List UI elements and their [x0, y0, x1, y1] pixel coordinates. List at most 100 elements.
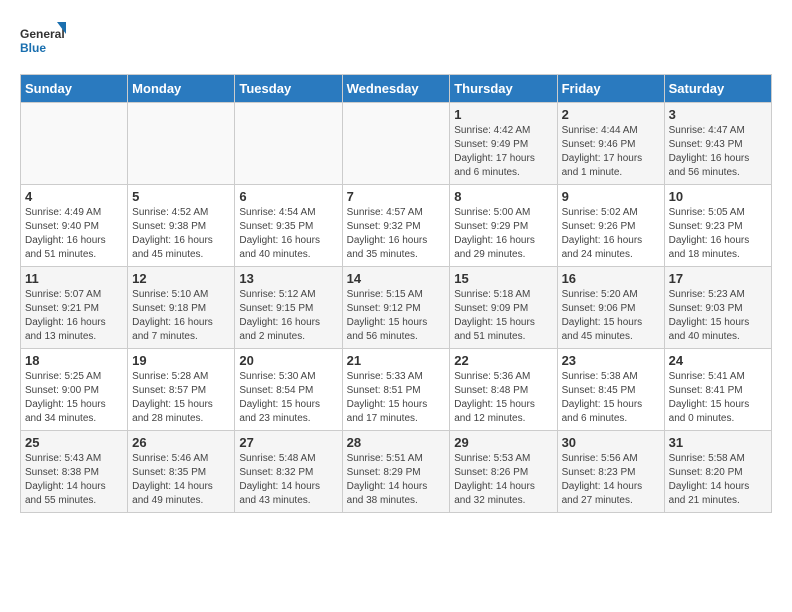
weekday-header: Thursday	[450, 75, 557, 103]
day-info: Sunrise: 5:38 AMSunset: 8:45 PMDaylight:…	[562, 370, 660, 426]
day-info: Sunrise: 4:52 AMSunset: 9:38 PMDaylight:…	[132, 206, 230, 262]
page-header: General Blue	[20, 20, 772, 64]
weekday-header: Tuesday	[235, 75, 342, 103]
calendar-cell: 26 Sunrise: 5:46 AMSunset: 8:35 PMDayligh…	[128, 431, 235, 513]
day-number: 7	[347, 189, 446, 204]
calendar-cell: 12 Sunrise: 5:10 AMSunset: 9:18 PMDayligh…	[128, 267, 235, 349]
day-number: 25	[25, 435, 123, 450]
day-number: 28	[347, 435, 446, 450]
day-info: Sunrise: 5:36 AMSunset: 8:48 PMDaylight:…	[454, 370, 552, 426]
day-number: 19	[132, 353, 230, 368]
day-info: Sunrise: 5:33 AMSunset: 8:51 PMDaylight:…	[347, 370, 446, 426]
calendar-cell: 5 Sunrise: 4:52 AMSunset: 9:38 PMDaylight…	[128, 185, 235, 267]
day-info: Sunrise: 4:57 AMSunset: 9:32 PMDaylight:…	[347, 206, 446, 262]
day-number: 1	[454, 107, 552, 122]
calendar-cell: 10 Sunrise: 5:05 AMSunset: 9:23 PMDayligh…	[664, 185, 771, 267]
day-number: 15	[454, 271, 552, 286]
day-number: 14	[347, 271, 446, 286]
calendar-cell: 14 Sunrise: 5:15 AMSunset: 9:12 PMDayligh…	[342, 267, 450, 349]
calendar-week-row: 11Sunrise: 5:07 AMSunset: 9:21 PMDayligh…	[21, 267, 772, 349]
calendar-cell: 7 Sunrise: 4:57 AMSunset: 9:32 PMDaylight…	[342, 185, 450, 267]
calendar-cell: 27 Sunrise: 5:48 AMSunset: 8:32 PMDayligh…	[235, 431, 342, 513]
day-info: Sunrise: 5:48 AMSunset: 8:32 PMDaylight:…	[239, 452, 337, 508]
day-info: Sunrise: 4:42 AMSunset: 9:49 PMDaylight:…	[454, 124, 552, 180]
day-info: Sunrise: 5:56 AMSunset: 8:23 PMDaylight:…	[562, 452, 660, 508]
day-info: Sunrise: 5:18 AMSunset: 9:09 PMDaylight:…	[454, 288, 552, 344]
day-number: 10	[669, 189, 767, 204]
day-number: 29	[454, 435, 552, 450]
calendar-cell: 13 Sunrise: 5:12 AMSunset: 9:15 PMDayligh…	[235, 267, 342, 349]
day-number: 27	[239, 435, 337, 450]
calendar-cell: 25Sunrise: 5:43 AMSunset: 8:38 PMDayligh…	[21, 431, 128, 513]
calendar-cell: 8 Sunrise: 5:00 AMSunset: 9:29 PMDaylight…	[450, 185, 557, 267]
day-info: Sunrise: 4:44 AMSunset: 9:46 PMDaylight:…	[562, 124, 660, 180]
day-info: Sunrise: 5:46 AMSunset: 8:35 PMDaylight:…	[132, 452, 230, 508]
calendar-cell: 1 Sunrise: 4:42 AMSunset: 9:49 PMDaylight…	[450, 103, 557, 185]
day-info: Sunrise: 5:58 AMSunset: 8:20 PMDaylight:…	[669, 452, 767, 508]
day-number: 21	[347, 353, 446, 368]
calendar-cell: 29 Sunrise: 5:53 AMSunset: 8:26 PMDayligh…	[450, 431, 557, 513]
calendar-cell: 11Sunrise: 5:07 AMSunset: 9:21 PMDayligh…	[21, 267, 128, 349]
day-info: Sunrise: 5:12 AMSunset: 9:15 PMDaylight:…	[239, 288, 337, 344]
day-info: Sunrise: 5:02 AMSunset: 9:26 PMDaylight:…	[562, 206, 660, 262]
calendar-week-row: 25Sunrise: 5:43 AMSunset: 8:38 PMDayligh…	[21, 431, 772, 513]
logo-svg: General Blue	[20, 20, 70, 64]
calendar-week-row: 18Sunrise: 5:25 AMSunset: 9:00 PMDayligh…	[21, 349, 772, 431]
calendar-table: SundayMondayTuesdayWednesdayThursdayFrid…	[20, 74, 772, 513]
calendar-cell	[342, 103, 450, 185]
day-info: Sunrise: 5:05 AMSunset: 9:23 PMDaylight:…	[669, 206, 767, 262]
logo: General Blue	[20, 20, 70, 64]
calendar-cell: 18Sunrise: 5:25 AMSunset: 9:00 PMDayligh…	[21, 349, 128, 431]
day-number: 4	[25, 189, 123, 204]
day-number: 3	[669, 107, 767, 122]
day-number: 26	[132, 435, 230, 450]
calendar-cell: 23 Sunrise: 5:38 AMSunset: 8:45 PMDayligh…	[557, 349, 664, 431]
day-info: Sunrise: 5:41 AMSunset: 8:41 PMDaylight:…	[669, 370, 767, 426]
calendar-cell: 19Sunrise: 5:28 AMSunset: 8:57 PMDayligh…	[128, 349, 235, 431]
day-number: 22	[454, 353, 552, 368]
calendar-cell: 21 Sunrise: 5:33 AMSunset: 8:51 PMDayligh…	[342, 349, 450, 431]
day-number: 5	[132, 189, 230, 204]
day-info: Sunrise: 5:51 AMSunset: 8:29 PMDaylight:…	[347, 452, 446, 508]
day-number: 20	[239, 353, 337, 368]
weekday-header: Friday	[557, 75, 664, 103]
day-info: Sunrise: 5:15 AMSunset: 9:12 PMDaylight:…	[347, 288, 446, 344]
day-number: 31	[669, 435, 767, 450]
calendar-cell: 31 Sunrise: 5:58 AMSunset: 8:20 PMDayligh…	[664, 431, 771, 513]
calendar-cell	[128, 103, 235, 185]
calendar-cell: 28 Sunrise: 5:51 AMSunset: 8:29 PMDayligh…	[342, 431, 450, 513]
calendar-cell: 4Sunrise: 4:49 AMSunset: 9:40 PMDaylight…	[21, 185, 128, 267]
calendar-cell: 15 Sunrise: 5:18 AMSunset: 9:09 PMDayligh…	[450, 267, 557, 349]
day-number: 17	[669, 271, 767, 286]
calendar-cell: 2Sunrise: 4:44 AMSunset: 9:46 PMDaylight…	[557, 103, 664, 185]
day-info: Sunrise: 5:07 AMSunset: 9:21 PMDaylight:…	[25, 288, 123, 344]
calendar-cell: 22 Sunrise: 5:36 AMSunset: 8:48 PMDayligh…	[450, 349, 557, 431]
day-number: 6	[239, 189, 337, 204]
svg-text:General: General	[20, 27, 65, 41]
calendar-cell: 3 Sunrise: 4:47 AMSunset: 9:43 PMDaylight…	[664, 103, 771, 185]
weekday-header: Sunday	[21, 75, 128, 103]
calendar-cell	[21, 103, 128, 185]
calendar-cell: 9Sunrise: 5:02 AMSunset: 9:26 PMDaylight…	[557, 185, 664, 267]
day-info: Sunrise: 5:23 AMSunset: 9:03 PMDaylight:…	[669, 288, 767, 344]
day-info: Sunrise: 5:00 AMSunset: 9:29 PMDaylight:…	[454, 206, 552, 262]
weekday-header: Wednesday	[342, 75, 450, 103]
calendar-cell: 16Sunrise: 5:20 AMSunset: 9:06 PMDayligh…	[557, 267, 664, 349]
day-number: 8	[454, 189, 552, 204]
day-number: 12	[132, 271, 230, 286]
day-number: 24	[669, 353, 767, 368]
calendar-cell: 20 Sunrise: 5:30 AMSunset: 8:54 PMDayligh…	[235, 349, 342, 431]
weekday-header: Saturday	[664, 75, 771, 103]
day-info: Sunrise: 4:47 AMSunset: 9:43 PMDaylight:…	[669, 124, 767, 180]
day-info: Sunrise: 5:53 AMSunset: 8:26 PMDaylight:…	[454, 452, 552, 508]
day-info: Sunrise: 5:25 AMSunset: 9:00 PMDaylight:…	[25, 370, 123, 426]
day-number: 13	[239, 271, 337, 286]
day-number: 23	[562, 353, 660, 368]
weekday-header: Monday	[128, 75, 235, 103]
day-info: Sunrise: 5:10 AMSunset: 9:18 PMDaylight:…	[132, 288, 230, 344]
day-info: Sunrise: 5:30 AMSunset: 8:54 PMDaylight:…	[239, 370, 337, 426]
day-info: Sunrise: 4:54 AMSunset: 9:35 PMDaylight:…	[239, 206, 337, 262]
calendar-cell: 6 Sunrise: 4:54 AMSunset: 9:35 PMDaylight…	[235, 185, 342, 267]
day-number: 16	[562, 271, 660, 286]
calendar-week-row: 4Sunrise: 4:49 AMSunset: 9:40 PMDaylight…	[21, 185, 772, 267]
